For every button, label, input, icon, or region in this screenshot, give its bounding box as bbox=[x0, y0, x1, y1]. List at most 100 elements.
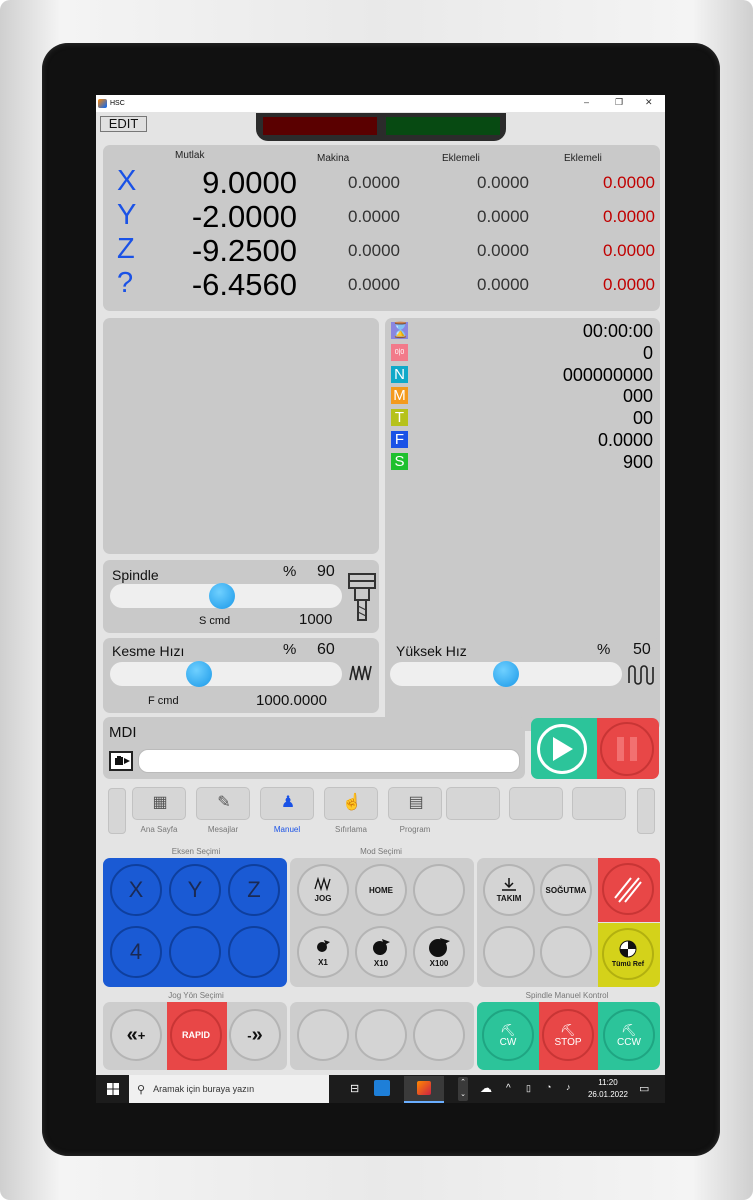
x1-button[interactable]: X1 bbox=[297, 926, 349, 978]
mail-app-icon[interactable] bbox=[374, 1080, 390, 1096]
task-view-icon[interactable]: ⊟ bbox=[350, 1082, 359, 1095]
header-machine: Makina bbox=[317, 153, 350, 164]
status-row: S 900 bbox=[391, 452, 653, 472]
axis-empty-button[interactable] bbox=[228, 926, 280, 978]
mode-select-title: Mod Seçimi bbox=[360, 847, 402, 856]
incremental-value: 0.0000 bbox=[477, 173, 529, 192]
status-value: 00 bbox=[632, 408, 653, 429]
rapid-button[interactable]: RAPID bbox=[170, 1009, 222, 1061]
spindle-stop-button[interactable]: ⛏ STOP bbox=[542, 1009, 594, 1061]
mode-empty-button[interactable] bbox=[413, 864, 465, 916]
nav-label: Mesajlar bbox=[207, 825, 239, 834]
nav-message-button[interactable]: ✎ bbox=[196, 787, 250, 820]
jog-button[interactable]: JOG bbox=[297, 864, 349, 916]
hsc-app-taskbar-button[interactable] bbox=[404, 1076, 444, 1103]
reset-button[interactable] bbox=[602, 863, 654, 915]
mdi-input[interactable] bbox=[138, 749, 520, 773]
nav-empty-button[interactable] bbox=[572, 787, 626, 820]
mode-select-panel: JOG HOME X1 X10 X100 bbox=[290, 858, 474, 987]
tool-button[interactable]: TAKIM bbox=[483, 864, 535, 916]
feed-hold-button[interactable] bbox=[600, 722, 654, 776]
axis-z-button[interactable]: Z bbox=[228, 864, 280, 916]
x100-button[interactable]: X100 bbox=[413, 926, 465, 978]
spindle-override-slider[interactable] bbox=[110, 583, 342, 609]
app-icon bbox=[98, 99, 107, 108]
cycle-start-button[interactable] bbox=[537, 724, 587, 774]
taskbar-search-box[interactable]: ⚲ Aramak için buraya yazın bbox=[129, 1075, 329, 1103]
axis-label: Z bbox=[117, 233, 135, 265]
status-row: F 0.0000 bbox=[391, 430, 653, 450]
feed-cmd-value: 1000.0000 bbox=[256, 692, 327, 709]
volume-icon[interactable]: ♪ bbox=[566, 1082, 571, 1092]
window-title: HSC bbox=[110, 100, 125, 107]
empty-button-1[interactable] bbox=[297, 1009, 349, 1061]
program-icon: ▤ bbox=[408, 794, 424, 811]
tool-download-icon bbox=[502, 878, 516, 891]
aux-empty-button-1[interactable] bbox=[483, 926, 535, 978]
taskbar-scroll[interactable]: ⌃ ⌄ bbox=[458, 1077, 468, 1101]
nav-program-button[interactable]: ▤ bbox=[388, 787, 442, 820]
spindle-panel: Spindle % 90 S cmd 1000 bbox=[103, 560, 379, 633]
cloud-icon[interactable]: ☁ bbox=[480, 1081, 492, 1095]
rapid-button-label: RAPID bbox=[181, 1030, 210, 1040]
nav-empty-button[interactable] bbox=[509, 787, 563, 820]
axis-y-button[interactable]: Y bbox=[169, 864, 221, 916]
rapid-override-slider[interactable] bbox=[390, 661, 622, 687]
axis-label: ? bbox=[117, 267, 134, 299]
spindle-cw-button[interactable]: ⛏ CW bbox=[482, 1009, 534, 1061]
wifi-icon[interactable]: ◔ bbox=[546, 1082, 551, 1092]
maximize-button[interactable]: ❐ bbox=[615, 97, 623, 108]
windows-start-icon[interactable] bbox=[107, 1083, 119, 1095]
nav-scroll-right[interactable] bbox=[637, 788, 655, 834]
empty-button-3[interactable] bbox=[413, 1009, 465, 1061]
aux-empty-button-2[interactable] bbox=[540, 926, 592, 978]
window-titlebar: HSC – ❐ ✕ bbox=[96, 95, 665, 112]
absolute-value: -6.4560 bbox=[191, 267, 297, 302]
jog-plus-label: + bbox=[137, 1027, 146, 1043]
axis-x-button[interactable]: X bbox=[110, 864, 162, 916]
axis-empty-button[interactable] bbox=[169, 926, 221, 978]
absolute-value: 9.0000 bbox=[202, 165, 297, 200]
minimize-button[interactable]: – bbox=[584, 97, 589, 107]
x10-button[interactable]: X10 bbox=[355, 926, 407, 978]
edit-button[interactable]: EDIT bbox=[100, 116, 147, 132]
nav-label: Manuel bbox=[273, 825, 301, 834]
nav-reset-button[interactable]: ☝ bbox=[324, 787, 378, 820]
coolant-button[interactable]: SOĞUTMA bbox=[540, 864, 592, 916]
status-led-strip bbox=[256, 113, 506, 141]
n-icon: N bbox=[391, 365, 408, 383]
nav-empty-button[interactable] bbox=[446, 787, 500, 820]
empty-button-2[interactable] bbox=[355, 1009, 407, 1061]
feed-slider-knob[interactable] bbox=[186, 661, 213, 687]
ref-all-button[interactable]: Tümü Ref bbox=[602, 928, 654, 980]
notification-icon[interactable]: ▭ bbox=[639, 1082, 649, 1095]
taskbar-clock[interactable]: 11:20 26.01.2022 bbox=[586, 1077, 630, 1101]
spindle-slider-knob[interactable] bbox=[208, 583, 235, 609]
hmi-screen: HSC – ❐ ✕ EDIT Mutlak Makina Eklemeli Ek… bbox=[96, 95, 665, 1103]
feed-override-slider[interactable] bbox=[110, 661, 342, 687]
axis-select-title: Eksen Seçimi bbox=[171, 847, 221, 856]
home-button[interactable]: HOME bbox=[355, 864, 407, 916]
clock-time: 11:20 bbox=[598, 1078, 618, 1087]
status-row: 0|0 0 bbox=[391, 343, 653, 363]
alarm-led bbox=[263, 117, 377, 135]
jog-minus-button[interactable]: - » bbox=[229, 1009, 281, 1061]
spindle-ccw-button[interactable]: ⛏ CCW bbox=[603, 1009, 655, 1061]
reference-icon bbox=[619, 940, 637, 958]
nav-scroll-left[interactable] bbox=[108, 788, 126, 834]
jog-plus-button[interactable]: « + bbox=[110, 1009, 162, 1061]
nav-manual-button[interactable]: ♟ bbox=[260, 787, 314, 820]
battery-icon[interactable]: ▯ bbox=[526, 1083, 531, 1094]
spindle-manual-title: Spindle Manuel Kontrol bbox=[525, 991, 609, 1000]
t-icon: T bbox=[391, 409, 408, 427]
status-row: T 00 bbox=[391, 408, 653, 429]
search-placeholder: Aramak için buraya yazın bbox=[153, 1084, 255, 1094]
chevrons-right-icon: » bbox=[251, 1023, 263, 1046]
tray-chevron-icon[interactable]: ^ bbox=[506, 1083, 511, 1094]
jog-zigzag-icon bbox=[314, 877, 331, 891]
axis-4-button[interactable]: 4 bbox=[110, 926, 162, 978]
close-button[interactable]: ✕ bbox=[645, 97, 653, 108]
rapid-slider-knob[interactable] bbox=[493, 661, 519, 687]
reset-icon: ☝ bbox=[342, 794, 362, 811]
nav-grid-button[interactable]: ▦ bbox=[132, 787, 186, 820]
